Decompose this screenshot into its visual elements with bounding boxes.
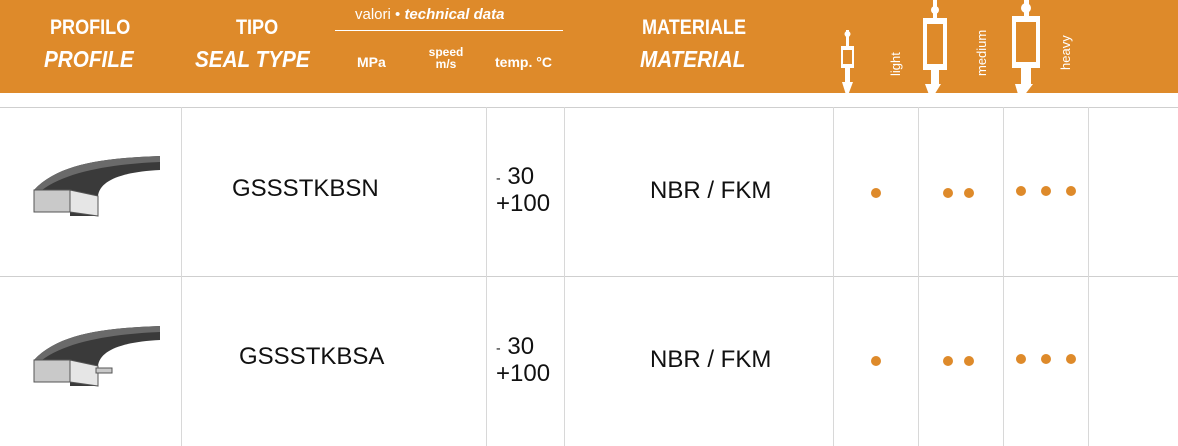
material: NBR / FKM [650,346,771,374]
header-mpa: MPa [357,54,386,70]
seal-profile-image [33,156,160,217]
temp-max: +100 [496,359,551,387]
material-primary: NBR [650,346,701,373]
heavy-duty-dot [1041,354,1051,364]
light-duty-dot [871,356,881,366]
medium-duty-dot [943,188,953,198]
header-material-it: MATERIALE [642,16,747,39]
header-values-it: valori • [355,6,401,23]
heavy-cylinder-icon [1012,0,1040,101]
col-divider [833,107,834,446]
material-secondary: / FKM [707,346,772,373]
seal-type-code: GSSSTKBSN [232,175,379,202]
seal-profile-image [33,326,160,387]
header-light: light [888,52,903,76]
header-medium: medium [974,29,989,76]
heavy-duty-dot [1016,354,1026,364]
light-duty-dot [871,188,881,198]
col-divider [181,107,182,446]
col-divider [564,107,565,446]
header-material-en: MATERIAL [640,46,746,72]
heavy-duty-dot [1041,186,1051,196]
seal-type-code: GSSSTKBSA [239,343,385,370]
material-secondary: / FKM [707,177,772,204]
header-profile-en: PROFILE [44,46,134,72]
col-divider [918,107,919,446]
medium-cylinder-icon [923,0,947,100]
header-temp: temp. °C [495,54,552,70]
medium-duty-dot [943,356,953,366]
header-type-en: SEAL TYPE [195,46,310,72]
col-divider [1088,107,1089,446]
light-cylinder-icon [841,30,854,98]
header-profile-it: PROFILO [50,16,131,39]
temperature-range: - 30 +100 [496,334,550,387]
temperature-range: - 30 +100 [496,164,550,217]
temp-min-sign: - [496,339,501,356]
heavy-duty-dot [1066,354,1076,364]
header-values-en: technical data [404,6,505,23]
material-primary: NBR [650,177,701,204]
header-speed: speed m/s [424,46,468,70]
row-divider-middle [0,276,1178,277]
col-divider [1003,107,1004,446]
header-divider [335,30,563,31]
header-speed-unit: m/s [435,57,457,71]
header-technical-data: valori • technical data [355,7,504,22]
header-heavy: heavy [1058,35,1073,70]
header-type-it: TIPO [236,16,279,39]
heavy-duty-dot [1016,186,1026,196]
heavy-duty-dot [1066,186,1076,196]
temp-min: 30 [507,163,535,190]
temp-min: 30 [507,333,535,360]
col-divider [486,107,487,446]
material: NBR / FKM [650,177,771,205]
medium-duty-dot [964,356,974,366]
temp-min-sign: - [496,169,501,186]
medium-duty-dot [964,188,974,198]
table-header: PROFILO PROFILE TIPO SEAL TYPE valori • … [0,0,1178,101]
row-divider-top [0,107,1178,108]
temp-max: +100 [496,189,551,217]
